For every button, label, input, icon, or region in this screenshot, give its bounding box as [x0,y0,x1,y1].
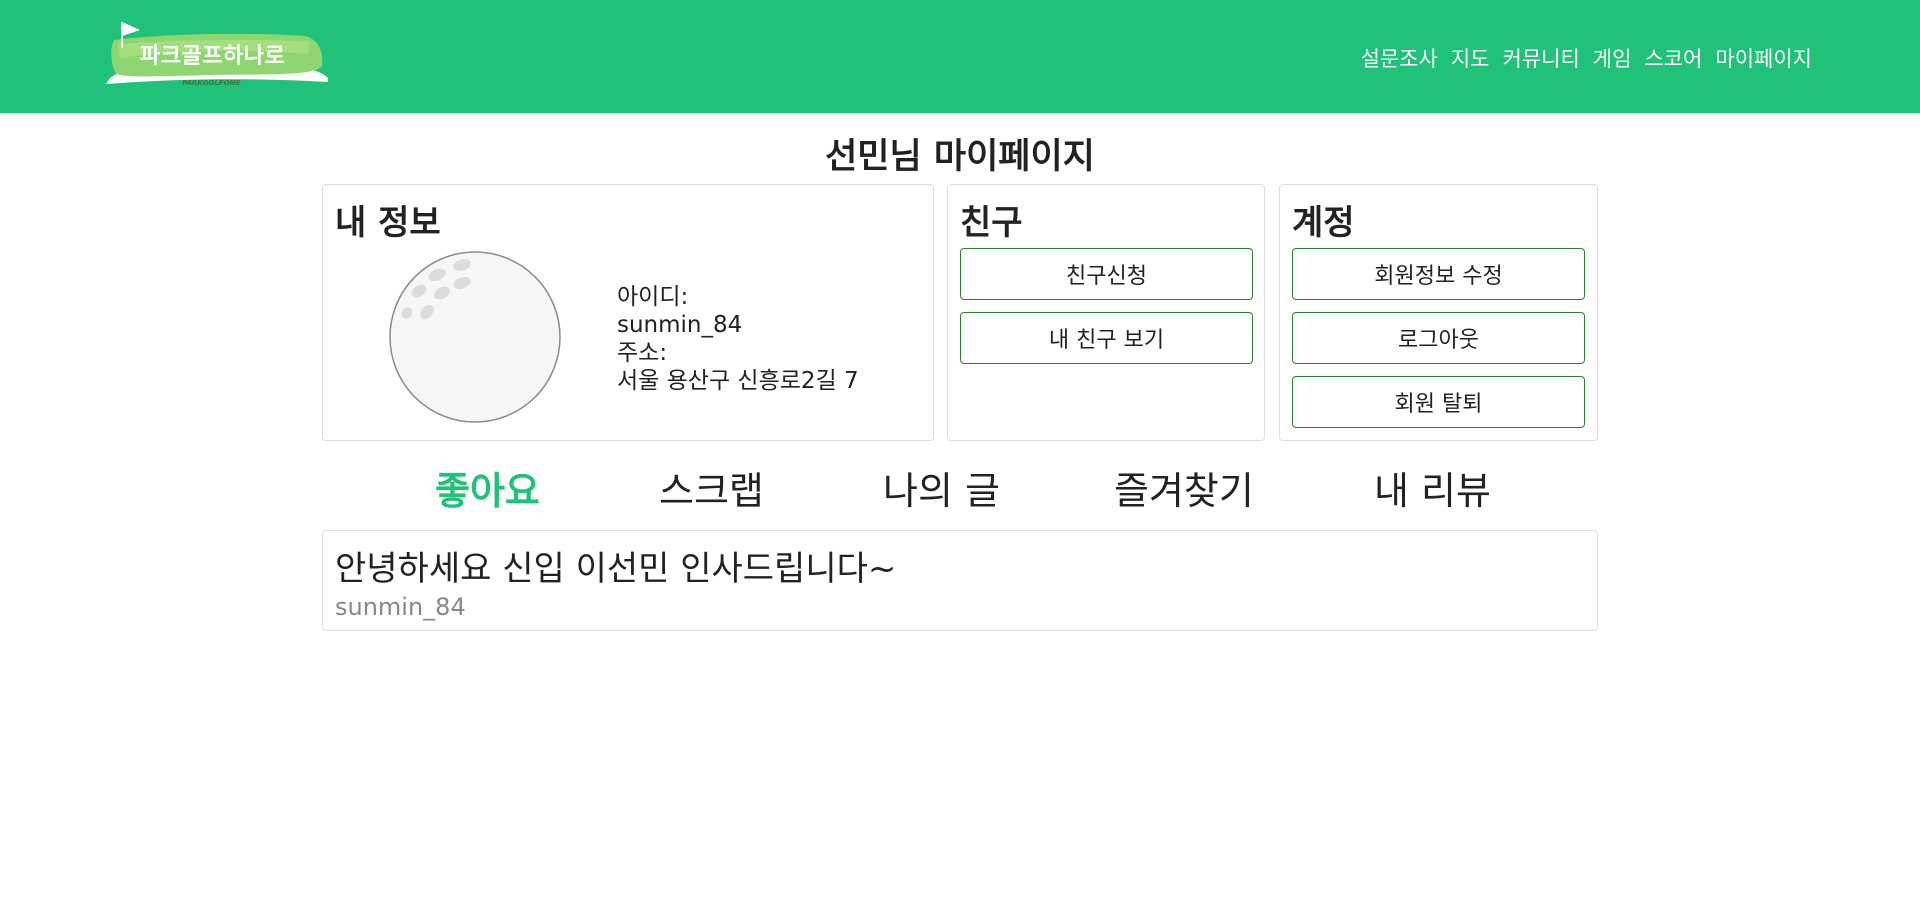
address-value: 서울 용산구 신흥로2길 7 [617,368,859,394]
top-header: 파크골프하나로 PARKGOLFONE 설문조사 지도 커뮤니티 게임 스코어 … [0,0,1920,113]
friend-card: 친구 친구신청 내 친구 보기 [947,184,1265,441]
user-info: 아이디: sunmin_84 주소: 서울 용산구 신흥로2길 7 [617,283,859,395]
address-label: 주소: [617,340,668,366]
logout-button[interactable]: 로그아웃 [1292,312,1585,364]
withdraw-button[interactable]: 회원 탈퇴 [1292,376,1585,428]
post-author: sunmin_84 [335,593,466,621]
nav-mypage[interactable]: 마이페이지 [1715,43,1812,73]
friend-title: 친구 [960,203,1023,243]
nav-score[interactable]: 스코어 [1644,43,1702,73]
logo-text: 파크골프하나로 [140,44,286,69]
my-info-title: 내 정보 [335,203,441,243]
view-friends-button[interactable]: 내 친구 보기 [960,312,1253,364]
id-label: 아이디: [617,284,689,310]
id-value: sunmin_84 [617,312,743,338]
logo-subtext: PARKGOLFONE [182,79,241,87]
account-card: 계정 회원정보 수정 로그아웃 회원 탈퇴 [1279,184,1598,441]
mypage-tabs: 좋아요 스크랩 나의 글 즐겨찾기 내 리뷰 [0,460,1920,514]
golf-ball-icon [389,251,561,423]
tab-favorites[interactable]: 즐겨찾기 [1114,460,1254,515]
my-info-card: 내 정보 아이디: sunmin_84 주소: 서울 용산구 신흥로2길 7 [322,184,934,441]
logo[interactable]: 파크골프하나로 PARKGOLFONE [104,18,330,94]
main-nav: 설문조사 지도 커뮤니티 게임 스코어 마이페이지 [1361,43,1812,73]
tab-likes[interactable]: 좋아요 [435,460,540,515]
edit-profile-button[interactable]: 회원정보 수정 [1292,248,1585,300]
nav-community[interactable]: 커뮤니티 [1503,43,1580,73]
page-title: 선민님 마이페이지 [825,137,1095,177]
post-item[interactable]: 안녕하세요 신입 이선민 인사드립니다~ sunmin_84 [322,530,1598,631]
nav-survey[interactable]: 설문조사 [1361,43,1438,73]
account-title: 계정 [1292,203,1355,243]
tab-scrap[interactable]: 스크랩 [659,460,764,515]
tab-my-reviews[interactable]: 내 리뷰 [1374,460,1491,515]
tab-my-posts[interactable]: 나의 글 [883,460,1000,515]
nav-map[interactable]: 지도 [1451,43,1490,73]
post-title[interactable]: 안녕하세요 신입 이선민 인사드립니다~ [335,541,896,590]
friend-request-button[interactable]: 친구신청 [960,248,1253,300]
nav-game[interactable]: 게임 [1593,43,1632,73]
